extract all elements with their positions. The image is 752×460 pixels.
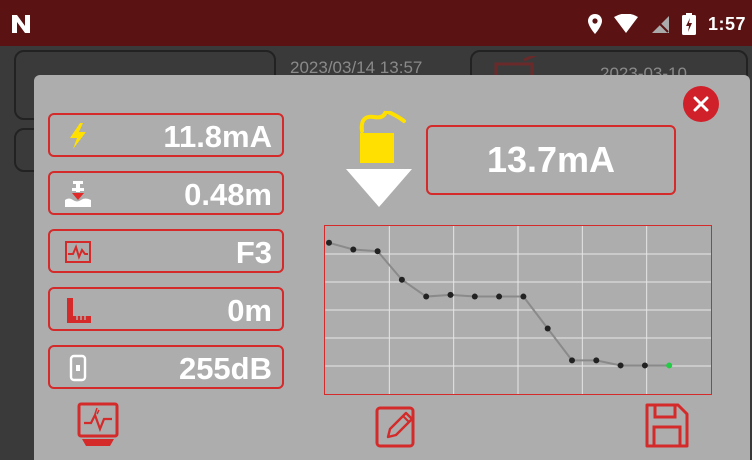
close-icon [693, 96, 709, 112]
measurement-dialog: 11.8mA 0.48m F3 0m 255dB 13.7mA [34, 75, 750, 460]
edit-icon [375, 406, 415, 448]
data-point [544, 325, 551, 332]
signal-reading-row: 255dB [48, 345, 284, 389]
current-value: 11.8mA [163, 119, 272, 154]
waveform-screen-icon [77, 402, 119, 446]
data-point [471, 293, 478, 300]
data-point [423, 293, 430, 300]
no-sim-icon [651, 16, 669, 33]
data-point [593, 357, 600, 364]
save-icon [645, 403, 689, 448]
frequency-reading-row: F3 [48, 229, 284, 273]
save-button[interactable] [644, 401, 689, 449]
waveform-icon [65, 241, 91, 263]
depth-icon [65, 181, 91, 207]
series-line [328, 241, 670, 367]
close-button[interactable] [683, 86, 719, 122]
n-logo-icon [12, 15, 30, 33]
signal-graph-chart [325, 226, 711, 394]
data-point [569, 357, 575, 364]
current-reading-row: 11.8mA [48, 113, 284, 157]
data-point [447, 291, 454, 298]
distance-reading-row: 0m [48, 287, 284, 331]
data-point [666, 362, 673, 369]
battery-charging-icon [681, 13, 696, 35]
data-point [374, 248, 381, 255]
signal-phone-icon [69, 354, 87, 382]
wifi-icon [613, 14, 638, 33]
status-icons: 1:57 [587, 12, 746, 36]
ruler-icon [67, 298, 91, 323]
signal-value: 255dB [178, 351, 272, 386]
data-point [350, 246, 357, 253]
probe-down-icon [346, 111, 412, 207]
data-point [520, 293, 527, 300]
data-point [398, 276, 405, 283]
signal-graph [324, 225, 712, 395]
data-point [326, 239, 332, 246]
data-point [496, 293, 503, 300]
distance-value: 0m [227, 293, 272, 328]
clock: 1:57 [707, 13, 746, 34]
edit-button[interactable] [374, 403, 418, 451]
location-icon [587, 14, 602, 34]
depth-reading-row: 0.48m [48, 171, 284, 215]
frequency-value: F3 [235, 235, 272, 270]
data-point [617, 362, 624, 369]
lightning-icon [70, 123, 86, 149]
status-bar: 1:57 [0, 0, 752, 46]
main-current-display: 13.7mA [426, 125, 676, 195]
data-point [641, 362, 648, 369]
waveform-screen-button[interactable] [76, 401, 120, 449]
depth-value: 0.48m [184, 177, 272, 212]
